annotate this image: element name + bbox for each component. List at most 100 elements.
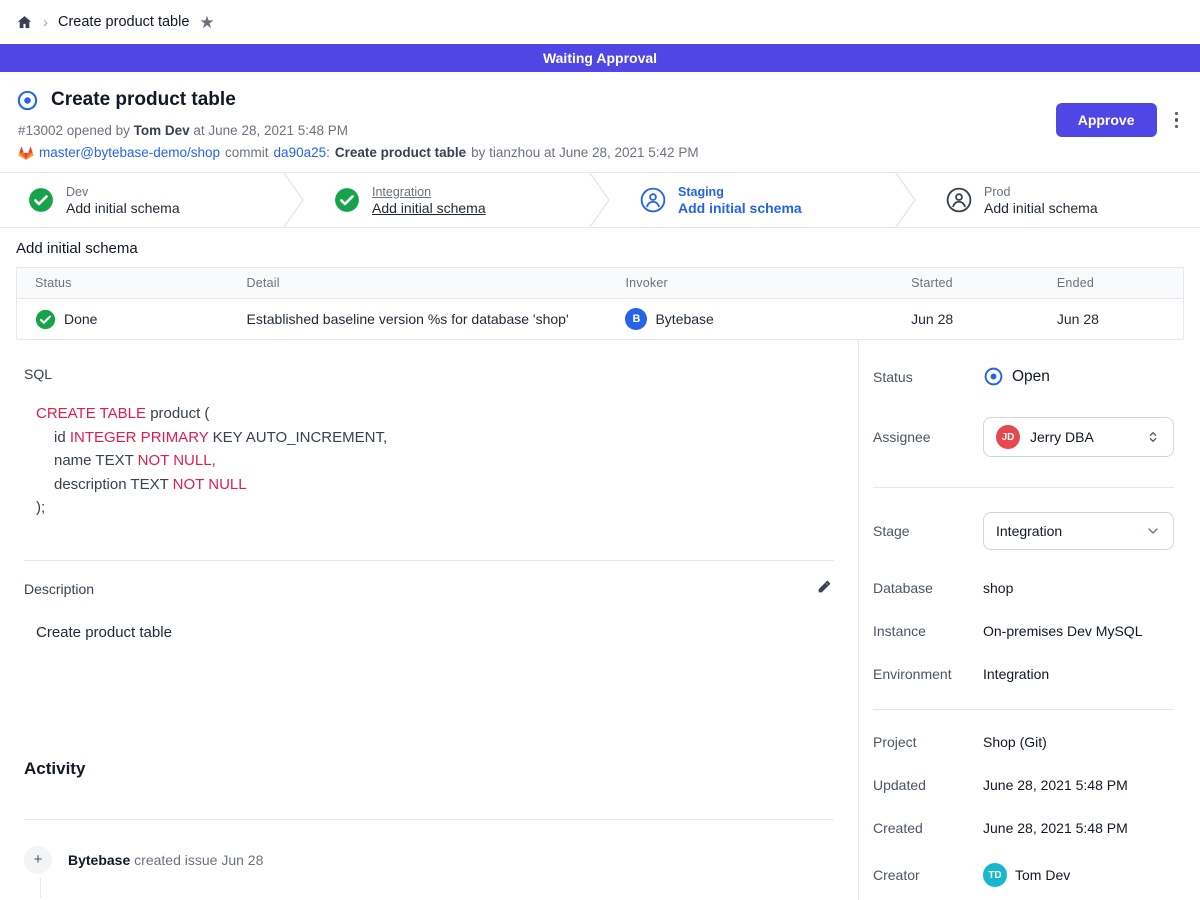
assignee-select[interactable]: JD Jerry DBA — [983, 417, 1174, 457]
more-actions-button[interactable] — [1169, 108, 1185, 133]
issue-detail-panel: SQL CREATE TABLE product ( id INTEGER PR… — [0, 340, 858, 900]
instance-label: Instance — [873, 623, 983, 639]
database-value: shop — [983, 580, 1013, 596]
stage-env-label: Staging — [678, 185, 802, 199]
stage-staging[interactable]: Staging Add initial schema — [612, 173, 894, 227]
environment-label: Environment — [873, 666, 983, 682]
stage-done-icon — [28, 187, 54, 213]
breadcrumb: › Create product table ★ — [0, 0, 1200, 44]
stage-task-label: Add initial schema — [66, 200, 180, 216]
task-table-header: Status Detail Invoker Started Ended — [17, 268, 1183, 299]
sidebar-divider — [873, 709, 1174, 710]
commit-hash-link[interactable]: da90a25 — [274, 145, 327, 160]
selector-icon — [1145, 429, 1161, 445]
task-ended: Jun 28 — [1049, 311, 1183, 327]
issue-author: Tom Dev — [134, 123, 190, 138]
created-value: June 28, 2021 5:48 PM — [983, 820, 1128, 836]
column-started: Started — [903, 276, 1049, 290]
status-label: Status — [873, 369, 983, 385]
app-window: › Create product table ★ Waiting Approva… — [0, 0, 1200, 900]
bytebase-avatar: B — [625, 308, 647, 330]
stage-select[interactable]: Integration — [983, 512, 1174, 550]
assignee-label: Assignee — [873, 429, 983, 445]
edit-description-button[interactable] — [814, 577, 834, 602]
activity-connector-line — [40, 878, 41, 898]
stage-separator — [282, 173, 306, 227]
column-invoker: Invoker — [617, 276, 903, 290]
open-status-icon — [983, 366, 1004, 387]
stage-task-label: Add initial schema — [372, 200, 486, 216]
chevron-down-icon — [1145, 523, 1161, 539]
stage-pending-icon — [946, 187, 972, 213]
stage-done-icon — [334, 187, 360, 213]
project-label: Project — [873, 734, 983, 750]
sql-label: SQL — [24, 366, 834, 382]
pipeline-stages: Dev Add initial schema Integration Add i… — [0, 172, 1200, 228]
stage-task-label: Add initial schema — [984, 200, 1098, 216]
section-divider — [24, 560, 834, 561]
stage-env-label: Integration — [372, 185, 486, 199]
stage-task-label: Add initial schema — [678, 200, 802, 216]
task-started: Jun 28 — [903, 311, 1049, 327]
stage-prod[interactable]: Prod Add initial schema — [918, 173, 1200, 227]
status-value: Open — [1012, 368, 1050, 386]
sidebar-divider — [873, 487, 1174, 488]
database-label: Database — [873, 580, 983, 596]
task-invoker: Bytebase — [655, 311, 713, 327]
activity-entry: + Bytebase created issue Jun 28 — [24, 846, 834, 874]
issue-header: Create product table #13002 opened by To… — [0, 72, 1200, 172]
branch-link[interactable]: master@bytebase-demo/shop — [39, 145, 220, 160]
task-heading: Add initial schema — [16, 240, 1184, 257]
page-title: Create product table — [51, 89, 236, 111]
stage-pending-approval-icon — [640, 187, 666, 213]
task-table: Status Detail Invoker Started Ended Done… — [16, 267, 1184, 340]
activity-heading: Activity — [24, 759, 834, 779]
task-section: Add initial schema Status Detail Invoker… — [0, 228, 1200, 340]
stage-env-label: Dev — [66, 185, 180, 199]
stage-dev[interactable]: Dev Add initial schema — [0, 173, 282, 227]
stage-integration[interactable]: Integration Add initial schema — [306, 173, 588, 227]
stage-env-label: Prod — [984, 185, 1098, 199]
assignee-avatar: JD — [996, 425, 1020, 449]
creator-name: Tom Dev — [1015, 867, 1070, 883]
task-detail: Established baseline version %s for data… — [239, 311, 618, 327]
stage-separator — [894, 173, 918, 227]
description-text: Create product table — [36, 624, 834, 641]
home-icon[interactable] — [16, 14, 33, 31]
stage-value: Integration — [996, 523, 1135, 539]
issue-sidebar: Status Open Assignee JD Jerry DBA — [858, 340, 1200, 900]
open-issue-icon — [16, 89, 39, 112]
assignee-name: Jerry DBA — [1030, 429, 1135, 445]
commit-message: Create product table — [335, 145, 466, 160]
column-ended: Ended — [1049, 276, 1183, 290]
done-check-icon — [35, 309, 56, 330]
activity-divider — [24, 819, 834, 820]
updated-value: June 28, 2021 5:48 PM — [983, 777, 1128, 793]
activity-action: created issue — [134, 852, 217, 868]
status-banner: Waiting Approval — [0, 44, 1200, 72]
environment-value: Integration — [983, 666, 1049, 682]
star-icon[interactable]: ★ — [199, 14, 214, 31]
description-label: Description — [24, 581, 94, 597]
column-status: Status — [17, 276, 239, 290]
stage-label: Stage — [873, 523, 983, 539]
activity-actor: Bytebase — [68, 852, 130, 868]
plus-icon: + — [24, 846, 52, 874]
sql-code: CREATE TABLE product ( id INTEGER PRIMAR… — [24, 402, 834, 520]
project-value: Shop (Git) — [983, 734, 1047, 750]
creator-avatar: TD — [983, 863, 1007, 887]
breadcrumb-title: Create product table — [58, 14, 189, 30]
activity-date: Jun 28 — [221, 852, 263, 868]
approve-button[interactable]: Approve — [1056, 103, 1157, 137]
creator-label: Creator — [873, 867, 983, 883]
commit-info: master@bytebase-demo/shop commit da90a25… — [18, 145, 699, 160]
column-detail: Detail — [239, 276, 618, 290]
updated-label: Updated — [873, 777, 983, 793]
breadcrumb-chevron-icon: › — [43, 14, 48, 31]
pencil-icon — [816, 579, 832, 595]
table-row[interactable]: Done Established baseline version %s for… — [17, 299, 1183, 339]
status-banner-text: Waiting Approval — [543, 50, 657, 66]
created-label: Created — [873, 820, 983, 836]
stage-separator — [588, 173, 612, 227]
instance-value: On-premises Dev MySQL — [983, 623, 1142, 639]
